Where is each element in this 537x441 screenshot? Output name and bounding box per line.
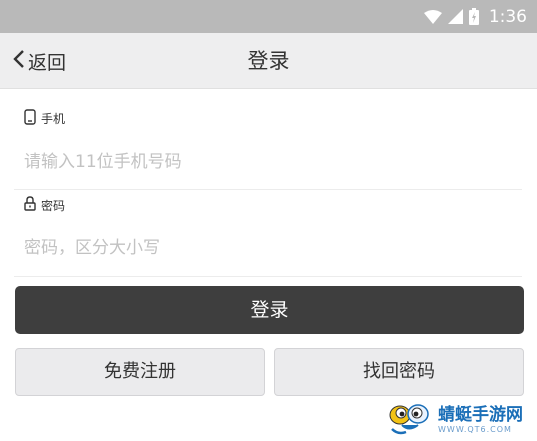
password-label-text: 密码: [41, 198, 66, 213]
password-input[interactable]: [14, 228, 522, 268]
phone-input[interactable]: [14, 142, 522, 182]
back-label: 返回: [28, 51, 67, 74]
divider: [14, 276, 522, 277]
watermark-url: WWW.QT6.COM: [438, 424, 512, 434]
page-title: 登录: [247, 49, 290, 73]
watermark-name: 蜻蜓手游网: [438, 404, 523, 425]
login-button[interactable]: 登录: [15, 286, 524, 334]
register-button[interactable]: 免费注册: [15, 348, 265, 396]
battery-icon: [468, 8, 479, 25]
nav-bar: 返回 登录: [0, 33, 537, 89]
phone-icon: [24, 109, 41, 128]
status-time: 1:36: [488, 6, 527, 27]
recover-password-button[interactable]: 找回密码: [274, 348, 524, 396]
back-button[interactable]: 返回: [12, 33, 66, 89]
dragonfly-logo-icon: [388, 399, 434, 441]
divider: [14, 189, 522, 190]
status-bar: 1:36: [0, 0, 537, 33]
password-field-label: 密码: [24, 196, 65, 214]
signal-icon: [447, 9, 463, 24]
chevron-left-icon: [12, 49, 26, 73]
phone-label-text: 手机: [41, 112, 66, 126]
lock-icon: [24, 196, 41, 214]
wifi-icon: [423, 9, 442, 24]
phone-field-label: 手机: [24, 109, 65, 128]
watermark: 蜻蜓手游网 WWW.QT6.COM: [388, 400, 534, 440]
